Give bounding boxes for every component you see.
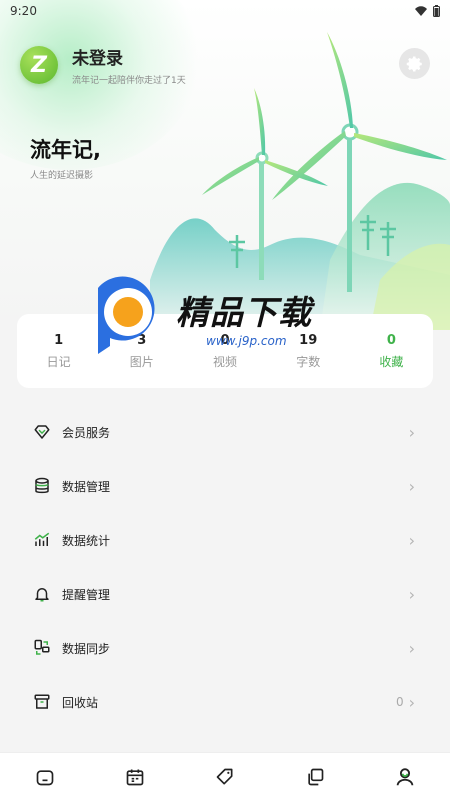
menu-item-statistics[interactable]: 数据统计 › (0, 513, 450, 567)
copy-icon (308, 768, 324, 785)
stat-value: 0 (386, 332, 396, 348)
menu-label: 提醒管理 (62, 587, 111, 602)
nav-collection[interactable] (295, 757, 335, 797)
calendar-icon (126, 769, 144, 785)
slogan-subtitle: 人生的延迟摄影 (30, 171, 94, 181)
menu-label: 数据同步 (62, 641, 111, 656)
slogan: 流年记, 人生的延迟摄影 (30, 134, 101, 181)
slogan-title: 流年记, (30, 138, 101, 162)
user-profile[interactable]: Z 未登录 流年记一起陪伴你走过了1天 (20, 44, 186, 86)
settings-button[interactable] (399, 48, 430, 79)
menu-item-membership[interactable]: 会员服务 › (0, 405, 450, 459)
trash-count: 0 (395, 695, 404, 709)
profile-icon (396, 767, 414, 785)
avatar[interactable]: Z (20, 46, 58, 84)
sync-icon (32, 638, 52, 658)
stat-label: 收藏 (379, 354, 404, 369)
stat-value: 1 (54, 332, 64, 348)
chevron-right-icon: › (408, 530, 415, 550)
status-bar: 9:20 (0, 0, 450, 22)
menu-label: 数据统计 (62, 533, 111, 548)
menu-item-data-management[interactable]: 数据管理 › (0, 459, 450, 513)
status-time: 9:20 (10, 4, 37, 18)
trash-box-icon (32, 692, 52, 712)
menu-item-trash[interactable]: 回收站 0 › (0, 675, 450, 729)
nav-home[interactable] (25, 757, 65, 797)
nav-tags[interactable] (205, 757, 245, 797)
stat-label: 日记 (46, 354, 71, 369)
chevron-right-icon: › (408, 692, 415, 712)
watermark-title: 精品下载 (176, 293, 312, 332)
tag-icon (216, 768, 233, 784)
diamond-icon (32, 422, 52, 442)
menu-label: 数据管理 (62, 479, 111, 494)
avatar-letter: Z (31, 52, 47, 78)
profile-subtitle: 流年记一起陪伴你走过了1天 (72, 76, 186, 86)
watermark-logo-icon (98, 276, 155, 354)
chart-icon (32, 530, 52, 550)
menu-label: 回收站 (62, 695, 99, 710)
wifi-icon (415, 6, 427, 16)
menu-label: 会员服务 (62, 425, 111, 440)
bell-icon (32, 584, 52, 604)
bottom-nav (0, 752, 450, 800)
watermark-overlay: 精品下载 www.j9p.com (88, 272, 348, 362)
stat-favorites[interactable]: 0 收藏 (350, 314, 433, 388)
chevron-right-icon: › (408, 638, 415, 658)
profile-name[interactable]: 未登录 (72, 44, 186, 69)
nav-calendar[interactable] (115, 757, 155, 797)
home-icon (36, 769, 54, 785)
gear-icon (406, 56, 422, 71)
nav-profile[interactable] (385, 757, 425, 797)
settings-menu: 会员服务 › 数据管理 › 数据统计 › 提醒管理 › 数据同步 › 回收站 0 (0, 405, 450, 729)
database-icon (32, 476, 52, 496)
menu-item-reminders[interactable]: 提醒管理 › (0, 567, 450, 621)
battery-icon (433, 5, 440, 17)
watermark-url: www.j9p.com (206, 334, 287, 348)
menu-item-sync[interactable]: 数据同步 › (0, 621, 450, 675)
chevron-right-icon: › (408, 476, 415, 496)
chevron-right-icon: › (408, 422, 415, 442)
chevron-right-icon: › (408, 584, 415, 604)
